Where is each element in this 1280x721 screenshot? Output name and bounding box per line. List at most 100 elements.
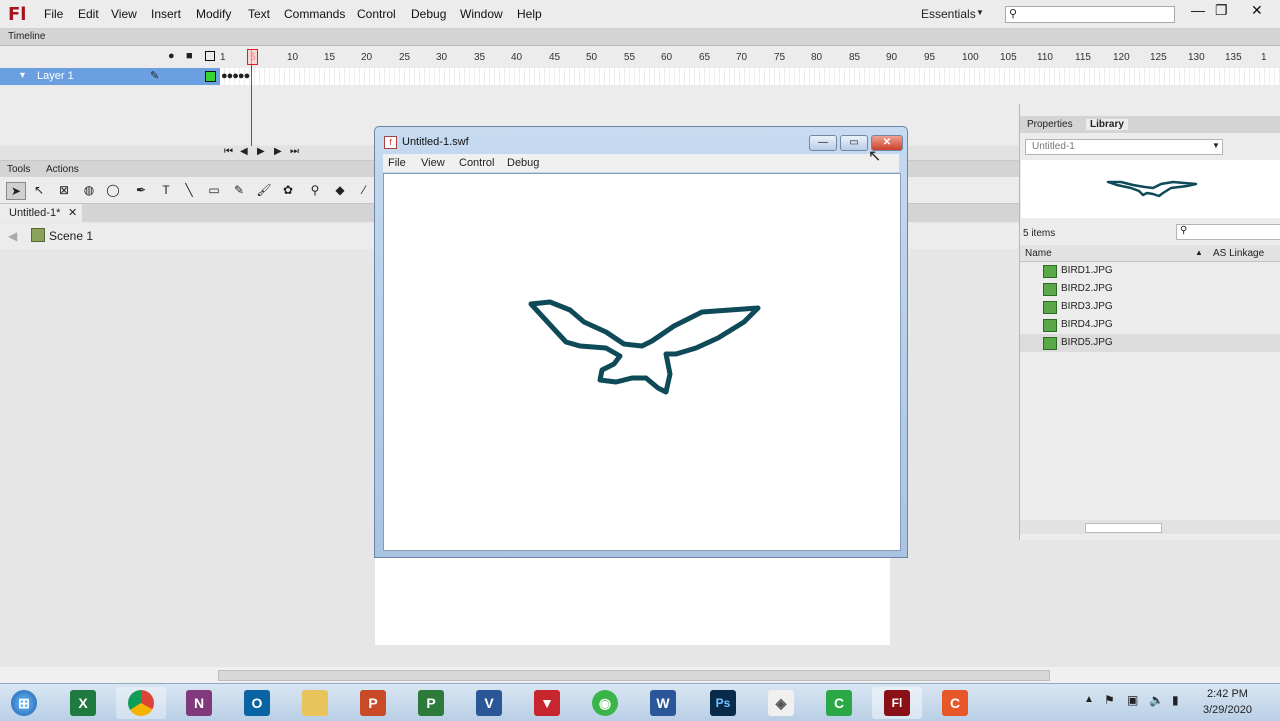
eyedropper-icon[interactable]: ⁄ [355,182,373,198]
close-icon[interactable]: ✕ [68,206,77,219]
column-as-linkage[interactable]: AS Linkage [1213,248,1264,259]
taskbar-wechat[interactable]: ◉ [580,687,630,719]
play-icon[interactable]: ▶ [257,146,265,157]
first-frame-icon[interactable]: ⏮ [224,146,233,157]
menu-commands[interactable]: Commands [284,7,345,21]
maximize-icon[interactable]: ▭ [840,135,868,151]
eye-icon[interactable]: ● [168,50,175,62]
3d-rotation-icon[interactable]: ◍ [80,182,98,198]
close-icon[interactable]: ✕ [1251,2,1263,19]
library-item-selected[interactable]: BIRD5.JPG [1020,334,1280,352]
stage[interactable] [375,555,890,645]
clock-date[interactable]: 3/29/2020 [1203,704,1252,716]
volume-icon[interactable]: 🔈 [1149,693,1164,707]
pen-tool-icon[interactable]: ✒ [132,182,150,198]
menu-insert[interactable]: Insert [151,7,181,21]
menu-text[interactable]: Text [248,7,270,21]
swf-menu-control[interactable]: Control [459,157,494,169]
flag-icon[interactable]: ⚑ [1104,693,1115,707]
frames-row[interactable]: ●●●●● [220,68,1280,85]
clock-time[interactable]: 2:42 PM [1207,688,1248,700]
tab-library[interactable]: Library [1086,119,1128,130]
taskbar-onenote[interactable]: N [174,687,224,719]
paint-bucket-icon[interactable]: ◆ [331,182,349,198]
text-tool-icon[interactable]: T [157,182,175,198]
back-arrow-icon[interactable]: ◀ [8,229,17,243]
restore-icon[interactable]: ❐ [1215,2,1228,19]
deco-tool-icon[interactable]: ✿ [279,182,297,198]
taskbar-app[interactable]: ◈ [756,687,806,719]
step-back-icon[interactable]: ◀ [240,146,248,157]
lasso-icon[interactable]: ◯ [104,182,122,198]
taskbar-camtasia-recorder[interactable]: C [930,687,980,719]
step-forward-icon[interactable]: ▶ [274,146,282,157]
layer-name[interactable]: Layer 1 [37,70,74,82]
layer-row[interactable]: ▾ Layer 1 ✎ [0,68,220,85]
minimize-icon[interactable]: — [809,135,837,151]
taskbar-chrome[interactable] [116,687,166,719]
windows-logo-icon: ⊞ [11,690,37,716]
keyframes[interactable]: ●●●●● [221,70,250,82]
last-frame-icon[interactable]: ⏭ [290,146,299,157]
selection-tool-icon[interactable]: ➤ [6,182,26,200]
swf-menu-file[interactable]: File [388,157,406,169]
tab-actions[interactable]: Actions [46,164,79,175]
layer-color-icon[interactable] [205,71,216,82]
taskbar-powerpoint[interactable]: P [348,687,398,719]
subselection-tool-icon[interactable]: ↖ [30,182,48,198]
tab-tools[interactable]: Tools [7,164,30,175]
rectangle-tool-icon[interactable]: ▭ [205,182,223,198]
start-button[interactable]: ⊞ [0,687,48,719]
library-item[interactable]: BIRD3.JPG [1020,298,1280,316]
swf-menu-view[interactable]: View [421,157,445,169]
taskbar-outlook[interactable]: O [232,687,282,719]
menu-view[interactable]: View [111,7,137,21]
menu-help[interactable]: Help [517,7,542,21]
library-document-select[interactable]: Untitled-1 ▼ [1025,139,1223,155]
document-tab[interactable]: Untitled-1* ✕ [0,204,82,222]
library-item[interactable]: BIRD4.JPG [1020,316,1280,334]
menu-debug[interactable]: Debug [411,7,446,21]
timeline-ruler[interactable]: 1 5 10 15 20 25 30 35 40 45 50 55 60 65 … [220,46,1280,68]
column-name[interactable]: Name [1025,248,1052,259]
library-item[interactable]: BIRD2.JPG [1020,280,1280,298]
library-search-input[interactable]: ⚲ [1176,224,1280,240]
bone-tool-icon[interactable]: ⚲ [306,182,324,198]
device-icon[interactable]: ▣ [1127,693,1138,707]
tab-properties[interactable]: Properties [1027,119,1073,130]
scrollbar-thumb[interactable] [218,670,1050,681]
library-scrollbar[interactable] [1085,523,1162,533]
swf-menu-debug[interactable]: Debug [507,157,539,169]
help-search-input[interactable]: ⚲ [1005,6,1175,23]
playhead[interactable] [251,50,252,150]
chevron-down-icon: ▼ [976,8,984,17]
menu-file[interactable]: File [44,7,63,21]
menu-control[interactable]: Control [357,7,396,21]
sort-arrow-icon[interactable]: ▲ [1195,248,1203,257]
taskbar-flash[interactable]: Fl [872,687,922,719]
free-transform-icon[interactable]: ⊠ [55,182,73,198]
lock-icon[interactable]: ■ [186,50,193,62]
tray-up-arrow-icon[interactable]: ▲ [1084,694,1094,705]
outline-icon[interactable] [205,51,215,61]
workspace-switcher[interactable]: Essentials [921,7,976,21]
menu-modify[interactable]: Modify [196,7,231,21]
taskbar-visio[interactable]: V [464,687,514,719]
taskbar-word[interactable]: W [638,687,688,719]
scene-label[interactable]: Scene 1 [49,229,93,243]
network-icon[interactable]: ▮ [1172,693,1179,707]
playhead-handle[interactable] [247,49,258,65]
pencil-tool-icon[interactable]: ✎ [230,182,248,198]
library-item[interactable]: BIRD1.JPG [1020,262,1280,280]
taskbar-camtasia[interactable]: C [814,687,864,719]
taskbar-project[interactable]: P [406,687,456,719]
taskbar-excel[interactable]: X [58,687,108,719]
taskbar-recorder[interactable]: ▼ [522,687,572,719]
minimize-icon[interactable]: — [1191,2,1205,18]
menu-window[interactable]: Window [460,7,503,21]
brush-tool-icon[interactable]: 🖌 [255,182,273,198]
line-tool-icon[interactable]: ╲ [180,182,198,198]
menu-edit[interactable]: Edit [78,7,99,21]
taskbar-photoshop[interactable]: Ps [698,687,748,719]
taskbar-explorer[interactable] [290,687,340,719]
